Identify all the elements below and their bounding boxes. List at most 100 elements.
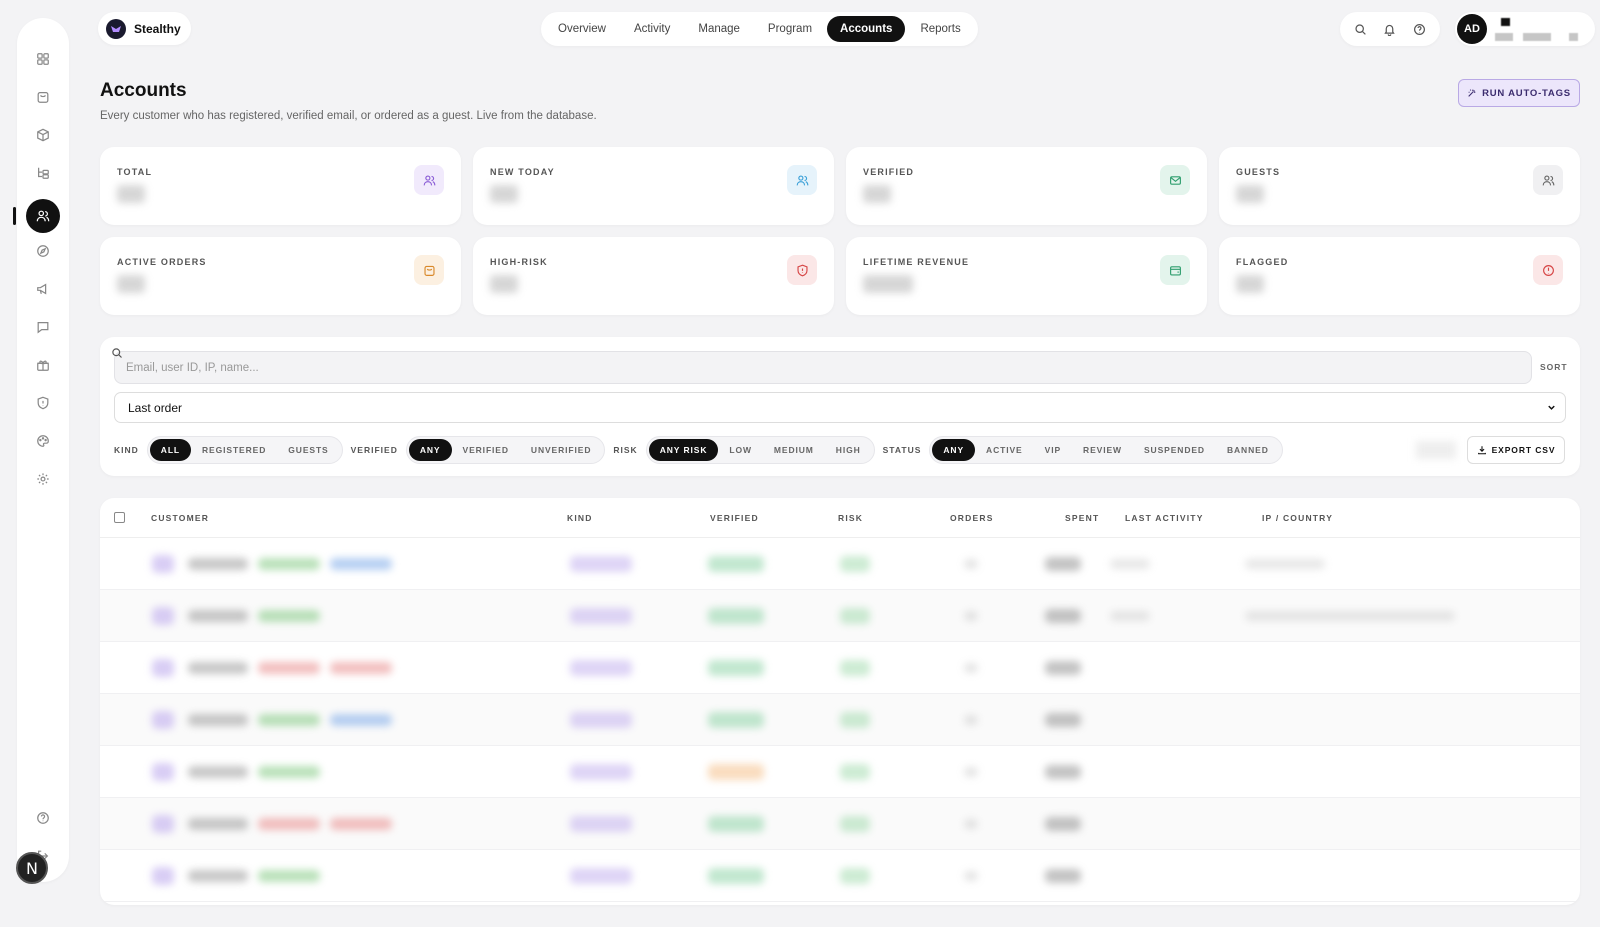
stat-label: FLAGGED xyxy=(1236,257,1289,267)
col-spent[interactable]: SPENT xyxy=(1065,513,1099,523)
search-icon[interactable] xyxy=(1350,18,1372,40)
kind-registered[interactable]: REGISTERED xyxy=(191,439,277,461)
row-tag-redacted xyxy=(330,662,392,674)
export-csv-label: EXPORT CSV xyxy=(1491,445,1556,455)
row-name-redacted xyxy=(188,818,248,830)
run-auto-tags-button[interactable]: RUN AUTO-TAGS xyxy=(1458,79,1580,107)
verified-verified[interactable]: VERIFIED xyxy=(452,439,520,461)
status-any[interactable]: ANY xyxy=(932,439,976,461)
tab-reports[interactable]: Reports xyxy=(907,16,973,42)
app-badge[interactable]: N xyxy=(16,852,48,884)
status-active[interactable]: ACTIVE xyxy=(975,439,1034,461)
search-input[interactable]: Email, user ID, IP, name... xyxy=(114,351,1532,384)
table-row[interactable] xyxy=(100,850,1580,902)
shield-icon[interactable] xyxy=(30,390,56,416)
verified-any[interactable]: ANY xyxy=(408,439,452,461)
table-row[interactable] xyxy=(100,590,1580,642)
megaphone-icon[interactable] xyxy=(30,276,56,302)
row-name-redacted xyxy=(188,766,248,778)
row-spent-redacted xyxy=(1045,817,1081,831)
result-count-redacted xyxy=(1416,441,1456,459)
settings-icon[interactable] xyxy=(30,466,56,492)
kind-filter-label: KIND xyxy=(114,445,139,455)
row-orders-redacted xyxy=(964,663,978,673)
bell-icon[interactable] xyxy=(1379,18,1401,40)
table-row[interactable] xyxy=(100,798,1580,850)
verified-filter-label: VERIFIED xyxy=(350,445,398,455)
status-banned[interactable]: BANNED xyxy=(1216,439,1280,461)
col-orders[interactable]: ORDERS xyxy=(950,513,994,523)
export-csv-button[interactable]: EXPORT CSV xyxy=(1467,436,1565,464)
help-icon[interactable] xyxy=(30,805,56,831)
row-risk-redacted xyxy=(840,764,870,780)
brand[interactable]: Stealthy xyxy=(98,12,191,45)
stat-label: GUESTS xyxy=(1236,167,1281,177)
kind-filter: ALL REGISTERED GUESTS xyxy=(146,436,343,464)
row-ip-redacted xyxy=(1245,559,1325,569)
status-review[interactable]: REVIEW xyxy=(1072,439,1133,461)
stat-label: NEW TODAY xyxy=(490,167,555,177)
row-spent-redacted xyxy=(1045,869,1081,883)
table-row[interactable] xyxy=(100,538,1580,590)
stat-value-redacted xyxy=(117,185,145,203)
status-vip[interactable]: VIP xyxy=(1034,439,1072,461)
user-meta-redacted xyxy=(1495,14,1595,44)
sort-select[interactable]: Last order xyxy=(114,392,1566,423)
risk-low[interactable]: LOW xyxy=(718,439,763,461)
table-header: CUSTOMER KIND VERIFIED RISK ORDERS SPENT… xyxy=(100,498,1580,538)
tab-accounts[interactable]: Accounts xyxy=(827,16,906,42)
col-risk[interactable]: RISK xyxy=(838,513,863,523)
alert-icon xyxy=(1533,255,1563,285)
col-kind[interactable]: KIND xyxy=(567,513,593,523)
row-avatar-redacted xyxy=(152,711,174,729)
risk-any[interactable]: ANY RISK xyxy=(648,439,719,461)
table-row[interactable] xyxy=(100,746,1580,798)
kind-guests[interactable]: GUESTS xyxy=(277,439,339,461)
shopping-bag-icon[interactable] xyxy=(30,84,56,110)
users-icon[interactable] xyxy=(26,199,60,233)
search-icon xyxy=(112,348,122,358)
row-verified-redacted xyxy=(708,556,764,572)
table-row[interactable] xyxy=(100,642,1580,694)
help-icon[interactable] xyxy=(1408,18,1430,40)
row-avatar-redacted xyxy=(152,607,174,625)
row-verified-redacted xyxy=(708,712,764,728)
col-ip-country[interactable]: IP / COUNTRY xyxy=(1262,513,1333,523)
col-verified[interactable]: VERIFIED xyxy=(710,513,759,523)
table-row[interactable] xyxy=(100,694,1580,746)
tab-manage[interactable]: Manage xyxy=(685,16,753,42)
compass-icon[interactable] xyxy=(30,238,56,264)
col-customer[interactable]: CUSTOMER xyxy=(151,513,209,523)
page-subtitle: Every customer who has registered, verif… xyxy=(100,110,597,122)
tab-overview[interactable]: Overview xyxy=(545,16,619,42)
tab-program[interactable]: Program xyxy=(755,16,825,42)
accounts-table: CUSTOMER KIND VERIFIED RISK ORDERS SPENT… xyxy=(100,498,1580,905)
shield-icon xyxy=(787,255,817,285)
select-all-checkbox[interactable] xyxy=(114,512,125,523)
kind-all[interactable]: ALL xyxy=(149,439,192,461)
verified-unverified[interactable]: UNVERIFIED xyxy=(520,439,602,461)
box-icon[interactable] xyxy=(30,122,56,148)
palette-icon[interactable] xyxy=(30,428,56,454)
risk-filter-label: RISK xyxy=(613,445,638,455)
col-last-activity[interactable]: LAST ACTIVITY xyxy=(1125,513,1204,523)
stat-value-redacted xyxy=(1236,275,1264,293)
row-risk-redacted xyxy=(840,556,870,572)
row-avatar-redacted xyxy=(152,555,174,573)
stat-value-redacted xyxy=(863,185,891,203)
row-orders-redacted xyxy=(964,715,978,725)
stat-label: TOTAL xyxy=(117,167,153,177)
row-tag-redacted xyxy=(258,714,320,726)
message-icon[interactable] xyxy=(30,314,56,340)
row-kind-redacted xyxy=(570,712,632,728)
tab-activity[interactable]: Activity xyxy=(621,16,683,42)
risk-medium[interactable]: MEDIUM xyxy=(763,439,825,461)
user-menu[interactable]: AD xyxy=(1455,12,1595,46)
row-risk-redacted xyxy=(840,660,870,676)
row-kind-redacted xyxy=(570,816,632,832)
tree-icon[interactable] xyxy=(30,160,56,186)
risk-high[interactable]: HIGH xyxy=(825,439,872,461)
status-suspended[interactable]: SUSPENDED xyxy=(1133,439,1216,461)
dashboard-icon[interactable] xyxy=(30,46,56,72)
gift-icon[interactable] xyxy=(30,352,56,378)
